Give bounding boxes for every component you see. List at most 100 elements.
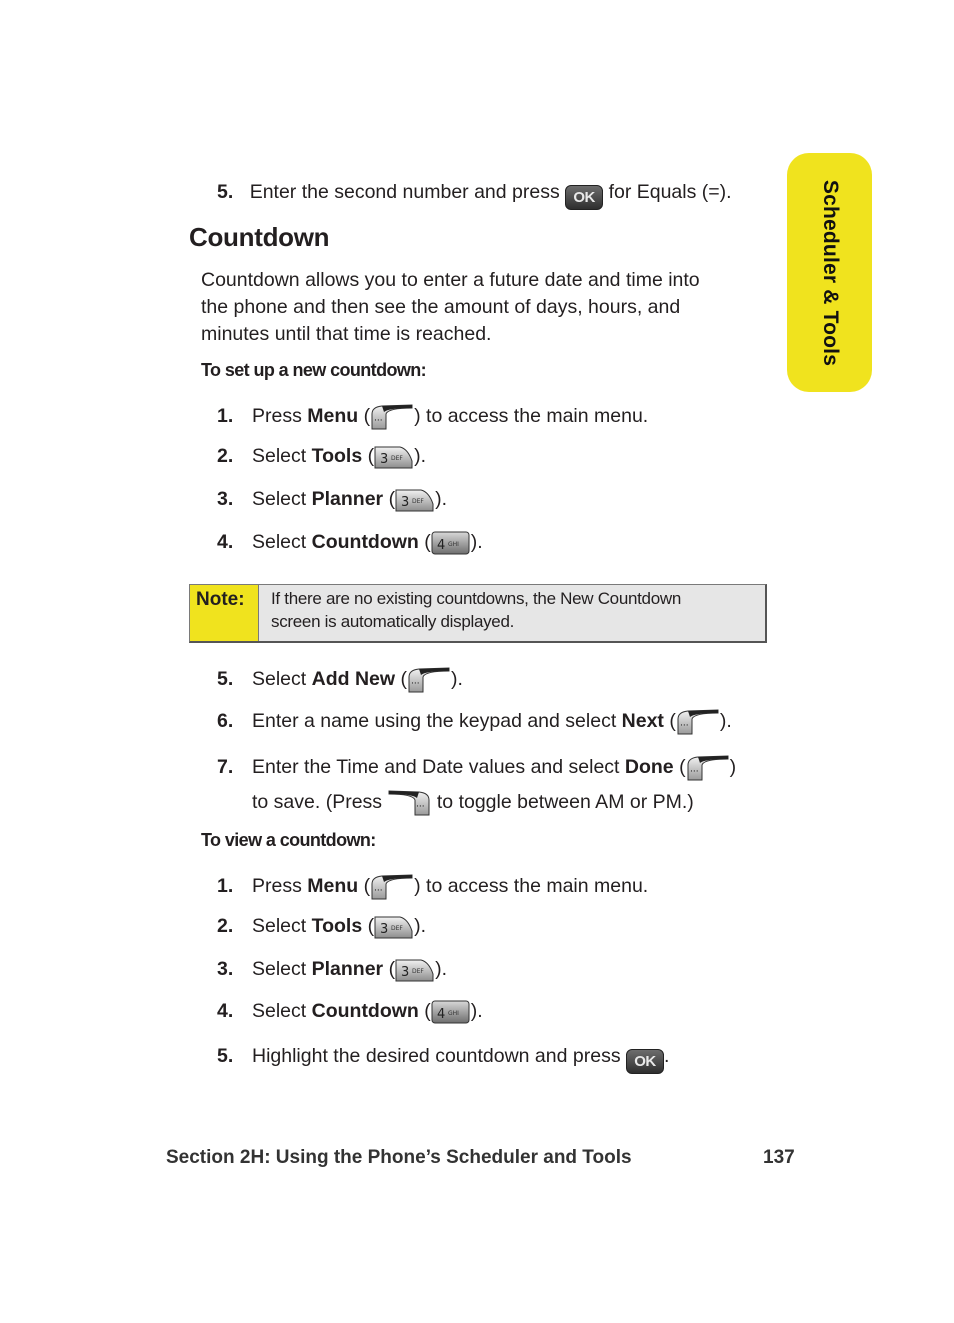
step-bold-label: Planner (311, 958, 389, 980)
svg-text:3: 3 (401, 495, 409, 510)
step-number: 3. (217, 958, 234, 980)
page-number: 137 (763, 1147, 795, 1168)
footer-section: Section 2H: Using the Phone’s Scheduler … (166, 1147, 632, 1168)
step-text: Select (252, 958, 312, 980)
step-text-after: for Equals (=). (608, 181, 732, 203)
step-text: Select (252, 488, 312, 510)
svg-text:DEF: DEF (391, 455, 403, 462)
left-softkey-icon (686, 755, 730, 781)
step-text-after: . (664, 1045, 670, 1067)
left-softkey-icon (370, 404, 414, 430)
description-line: the phone and then see the amount of day… (201, 296, 681, 318)
step-text-after: ). (470, 1000, 483, 1022)
svg-text:DEF: DEF (412, 968, 424, 975)
list-item: 7. Enter the Time and Date values and sel… (217, 755, 737, 781)
number-key-3-icon: 3 DEF (395, 488, 435, 512)
description: Countdown allows you to enter a future d… (201, 267, 771, 348)
note-text-line: screen is automatically displayed. (271, 612, 515, 631)
step-text: Select (252, 915, 312, 937)
step-text-after: to toggle between AM or PM.) (431, 791, 694, 813)
section-tab: Scheduler & Tools (787, 153, 872, 392)
step-number: 5. (217, 181, 234, 203)
step-number: 5. (217, 668, 234, 690)
step-text: Enter a name using the keypad and select (252, 710, 622, 732)
step-text-after: ) (729, 756, 737, 778)
step-number: 1. (217, 405, 234, 427)
number-key-4-icon: 4 GHI (431, 531, 471, 555)
step-bold-label: Countdown (311, 531, 425, 553)
list-item-continuation: to save. (Press to toggle between AM or … (252, 790, 694, 816)
step-text-after: ). (470, 531, 483, 553)
step-text-after: ). (414, 915, 427, 937)
list-item: 5. Select Add New (). (217, 667, 463, 693)
list-item: 2. Select Tools (3 DEF). (217, 914, 427, 939)
step-bold-label: Next (621, 710, 670, 732)
step-text: Select (252, 668, 312, 690)
list-item: 3. Select Planner (3 DEF). (217, 957, 447, 982)
left-softkey-icon (370, 874, 414, 900)
intro-step: 5. Enter the second number and press OK … (217, 180, 732, 210)
setup-subheading: To set up a new countdown: (201, 360, 427, 380)
step-text: Select (252, 531, 312, 553)
step-text: to save. (Press (252, 791, 388, 813)
list-item: 1. Press Menu () to access the main menu. (217, 874, 649, 900)
number-key-3-icon: 3 DEF (395, 958, 435, 982)
description-line: minutes until that time is reached. (201, 323, 492, 345)
step-number: 7. (217, 756, 234, 778)
list-item: 2. Select Tools (3 DEF). (217, 444, 427, 469)
step-bold-label: Tools (311, 915, 368, 937)
list-item: 4. Select Countdown (4 GHI). (217, 999, 483, 1024)
step-bold-label: Planner (311, 488, 389, 510)
left-softkey-icon (407, 667, 451, 693)
step-text: Highlight the desired countdown and pres… (252, 1045, 626, 1067)
step-number: 5. (217, 1045, 234, 1067)
step-number: 1. (217, 875, 234, 897)
svg-text:3: 3 (401, 965, 409, 980)
step-bold-label: Menu (307, 875, 364, 897)
svg-text:4: 4 (437, 538, 445, 553)
list-item: 1. Press Menu () to access the main menu. (217, 404, 648, 430)
right-softkey-icon (387, 790, 431, 816)
step-text-after: ). (435, 488, 447, 510)
description-line: Countdown allows you to enter a future d… (201, 269, 700, 291)
svg-text:DEF: DEF (391, 925, 403, 932)
note-text-line: If there are no existing countdowns, the… (271, 589, 681, 608)
svg-text:3: 3 (380, 452, 388, 467)
svg-text:4: 4 (437, 1007, 445, 1022)
step-text: Enter the Time and Date values and selec… (252, 756, 625, 778)
number-key-3-icon: 3 DEF (374, 445, 414, 469)
svg-text:GHI: GHI (448, 1010, 459, 1017)
page-title: Countdown (189, 222, 330, 252)
step-number: 2. (217, 445, 234, 467)
step-number: 2. (217, 915, 234, 937)
ok-key-icon: OK (565, 185, 604, 210)
left-softkey-icon (676, 709, 720, 735)
step-text-after: ). (414, 445, 427, 467)
step-bold-label: Add New (311, 668, 401, 690)
step-number: 4. (217, 531, 234, 553)
step-text-after: ). (435, 958, 447, 980)
svg-text:DEF: DEF (412, 498, 424, 505)
note-box: Note: If there are no existing countdown… (189, 584, 767, 643)
section-tab-label: Scheduler & Tools (818, 179, 842, 366)
step-bold-label: Done (624, 756, 680, 778)
step-number: 3. (217, 488, 234, 510)
note-label: Note: (190, 585, 259, 641)
step-bold-label: Menu (307, 405, 364, 427)
step-text: Press (252, 875, 308, 897)
step-number: 4. (217, 1000, 234, 1022)
step-bold-label: Tools (311, 445, 368, 467)
step-bold-label: Countdown (311, 1000, 425, 1022)
step-text-after: ). (450, 668, 463, 690)
step-number: 6. (217, 710, 234, 732)
list-item: 5. Highlight the desired countdown and pr… (217, 1044, 670, 1074)
step-text-after: ) to access the main menu. (414, 875, 649, 897)
ok-key-icon: OK (626, 1049, 664, 1074)
svg-text:GHI: GHI (448, 541, 459, 548)
svg-text:3: 3 (380, 922, 388, 937)
step-text: Select (252, 1000, 312, 1022)
list-item: 4. Select Countdown (4 GHI). (217, 530, 483, 555)
number-key-4-icon: 4 GHI (431, 1000, 471, 1024)
step-text: Enter the second number and press (249, 181, 560, 203)
number-key-3-icon: 3 DEF (374, 915, 414, 939)
